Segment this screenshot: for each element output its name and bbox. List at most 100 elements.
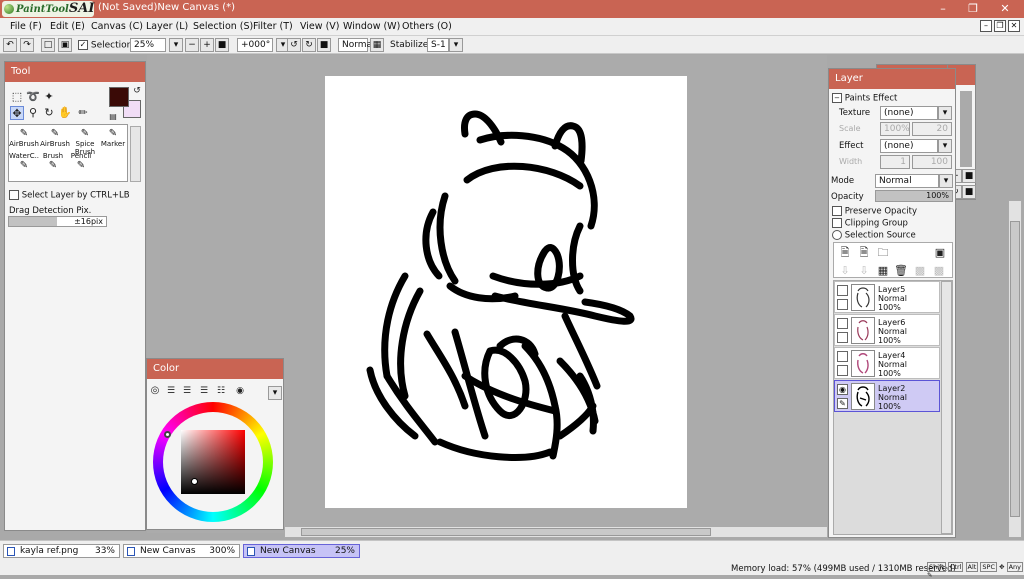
stabilizer-field[interactable]: S-1	[427, 38, 449, 52]
selection-source-option[interactable]: Selection Source	[832, 230, 916, 241]
swatches-icon[interactable]: ☷	[214, 384, 228, 398]
texture-select[interactable]: (none)	[880, 106, 938, 120]
new-linework-layer-icon[interactable]: 🗎	[857, 246, 871, 260]
transfer-down-icon[interactable]: ⇩	[838, 264, 852, 278]
rotation-field[interactable]: +000°	[237, 38, 273, 52]
menu-others[interactable]: Others (O)	[402, 21, 452, 32]
blend-mode-field[interactable]: Normal	[338, 38, 375, 52]
primary-color-swatch[interactable]	[109, 87, 129, 107]
doc-tab-new-canvas-1[interactable]: New Canvas 300%	[123, 544, 240, 558]
hand-icon[interactable]: ✋	[58, 106, 72, 120]
select-layer-option[interactable]: Select Layer by CTRL+LB	[9, 190, 130, 201]
reset-colors-icon[interactable]: ▤	[106, 110, 120, 124]
deselect-icon[interactable]: □	[41, 38, 55, 52]
zoom-reset-icon[interactable]: ■	[215, 38, 229, 52]
clipping-group-checkbox[interactable]	[832, 218, 842, 228]
texture-dropdown-icon[interactable]: ▾	[938, 106, 952, 120]
color-wheel-mode-icon[interactable]: ◎	[148, 384, 162, 398]
mode-select[interactable]: Normal	[875, 174, 939, 188]
selection-toggle[interactable]: ✓ Selection	[78, 40, 132, 51]
select-layer-checkbox[interactable]	[9, 190, 19, 200]
width-field[interactable]: 1	[880, 155, 910, 169]
visibility-toggle[interactable]: ◉	[837, 384, 848, 395]
new-folder-icon[interactable]: 🗀	[876, 246, 890, 260]
magic-wand-icon[interactable]: ✦	[42, 90, 56, 104]
swap-colors-icon[interactable]: ↺	[130, 84, 144, 98]
lock-toggle[interactable]	[837, 332, 848, 343]
layer-row-layer4[interactable]: Layer4 Normal 100%	[834, 347, 940, 379]
restore-button[interactable]: ❐	[958, 0, 988, 18]
brush-brush[interactable]: Brush ✎	[38, 152, 68, 182]
selection-checkbox[interactable]: ✓	[78, 40, 88, 50]
lasso-icon[interactable]: ➰	[26, 90, 40, 104]
width-field-2[interactable]: 100	[912, 155, 952, 169]
mode-dropdown-icon[interactable]: ▾	[939, 174, 953, 188]
canvas-paper[interactable]	[325, 76, 687, 508]
scale-field-2[interactable]: 20	[912, 122, 952, 136]
color-panel-menu-icon[interactable]: ▾	[268, 386, 282, 400]
vertical-scroll-thumb[interactable]	[1010, 221, 1020, 517]
collapse-icon[interactable]: −	[832, 93, 842, 103]
scale-field[interactable]: 100%	[880, 122, 910, 136]
nav-rotate-reset-icon[interactable]: ■	[962, 185, 976, 199]
merge-visible-icon[interactable]: ▩	[913, 264, 927, 278]
rgb-slider-icon[interactable]: ☰	[164, 384, 178, 398]
opacity-slider[interactable]: 100%	[875, 190, 953, 202]
effect-dropdown-icon[interactable]: ▾	[938, 139, 952, 153]
zoom-out-icon[interactable]: −	[185, 38, 199, 52]
rotate-tool-icon[interactable]: ↻	[42, 106, 56, 120]
menu-selection[interactable]: Selection (S)	[193, 21, 253, 32]
close-button[interactable]: ✕	[990, 0, 1020, 18]
rotate-reset-icon[interactable]: ■	[317, 38, 331, 52]
layer-row-layer6[interactable]: Layer6 Normal 100%	[834, 314, 940, 346]
menu-filter[interactable]: Filter (T)	[253, 21, 293, 32]
brush-pencil[interactable]: Pencil ✎	[66, 152, 96, 182]
hue-marker[interactable]	[164, 431, 171, 438]
zoom-in-icon[interactable]: +	[200, 38, 214, 52]
menu-canvas[interactable]: Canvas (C)	[91, 21, 143, 32]
eyedropper-icon[interactable]: ✏	[76, 106, 90, 120]
clipping-group-option[interactable]: Clipping Group	[832, 218, 908, 229]
effect-select[interactable]: (none)	[880, 139, 938, 153]
menu-window[interactable]: Window (W)	[343, 21, 400, 32]
menu-file[interactable]: File (F)	[10, 21, 42, 32]
drag-detection-slider[interactable]: ±16pix	[8, 216, 107, 227]
rotate-right-icon[interactable]: ↻	[302, 38, 316, 52]
nav-reset-icon[interactable]: ■	[962, 169, 976, 183]
rect-select-icon[interactable]: ⬚	[10, 90, 24, 104]
invert-selection-icon[interactable]: ▣	[58, 38, 72, 52]
visibility-toggle[interactable]	[837, 318, 848, 329]
layer-mask-icon[interactable]: ▣	[933, 246, 947, 260]
saturation-value-square[interactable]	[181, 430, 245, 494]
layer-row-layer5[interactable]: Layer5 Normal 100%	[834, 281, 940, 313]
lock-toggle[interactable]: ✎	[837, 398, 848, 409]
doc-tab-kayla-ref[interactable]: kayla ref.png 33%	[3, 544, 120, 558]
brush-scrollbar[interactable]	[130, 126, 141, 182]
mdi-close-button[interactable]: ✕	[1008, 20, 1020, 32]
delete-layer-icon[interactable]: 🗑	[894, 264, 908, 278]
mixer-icon[interactable]: ☰	[197, 384, 211, 398]
flatten-icon[interactable]: ▩	[932, 264, 946, 278]
menu-edit[interactable]: Edit (E)	[50, 21, 85, 32]
merge-down-icon[interactable]: ⇩	[857, 264, 871, 278]
clear-layer-icon[interactable]: ▦	[876, 264, 890, 278]
doc-tab-new-canvas-2[interactable]: New Canvas 25%	[243, 544, 360, 558]
vertical-scrollbar[interactable]	[1008, 200, 1022, 538]
flip-icon[interactable]: ▦	[370, 38, 384, 52]
minimize-button[interactable]: –	[928, 0, 958, 18]
mdi-minimize-button[interactable]: –	[980, 20, 992, 32]
menu-view[interactable]: View (V)	[300, 21, 339, 32]
lock-toggle[interactable]	[837, 299, 848, 310]
zoom-field[interactable]: 25%	[130, 38, 166, 52]
zoom-tool-icon[interactable]: ⚲	[26, 106, 40, 120]
move-icon[interactable]: ✥	[10, 106, 24, 120]
lock-toggle[interactable]	[837, 365, 848, 376]
brush-marker[interactable]: ✎ Marker	[98, 128, 128, 158]
hsv-slider-icon[interactable]: ☰	[180, 384, 194, 398]
selection-source-radio[interactable]	[832, 230, 842, 240]
preserve-opacity-option[interactable]: Preserve Opacity	[832, 206, 917, 217]
preserve-opacity-checkbox[interactable]	[832, 206, 842, 216]
color-marker[interactable]	[191, 478, 198, 485]
redo-icon[interactable]: ↷	[20, 38, 34, 52]
new-layer-icon[interactable]: 🗎	[838, 246, 852, 260]
